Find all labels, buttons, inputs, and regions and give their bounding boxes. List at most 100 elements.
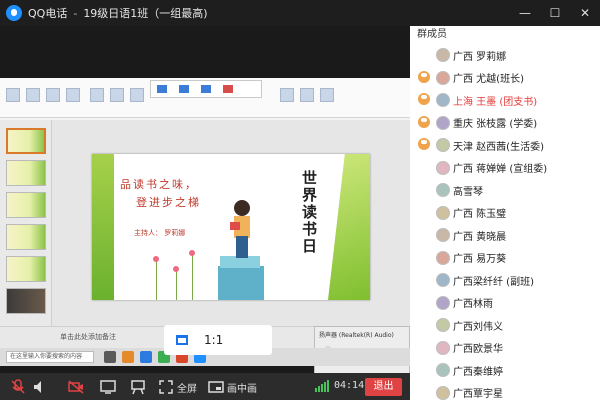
maximize-button[interactable]: ☐ — [540, 6, 570, 20]
exit-button[interactable]: 退出 — [365, 378, 402, 396]
flower — [153, 256, 159, 262]
call-timer: 04:14 — [334, 380, 365, 391]
avatar — [436, 340, 450, 355]
flower — [173, 266, 179, 272]
new-slide-icon — [46, 88, 60, 102]
avatar — [436, 115, 450, 130]
mic-muted-icon[interactable] — [10, 379, 26, 395]
pause-icon — [179, 85, 189, 93]
call-controls: 全屏 画中画 04:14 退出 — [0, 373, 410, 400]
slide-thumbnail — [6, 192, 46, 218]
flower-stem — [192, 254, 193, 300]
slide-green-corner — [328, 154, 370, 300]
group-name: 19级日语1班（一组最高) — [83, 7, 208, 20]
phone-role-icon — [416, 115, 432, 131]
speaker-icon[interactable] — [32, 379, 48, 395]
member-name: 高雪琴 — [453, 186, 483, 198]
title-bar: QQ电话 - 19级日语1班（一组最高) — ☐ ✕ — [0, 0, 600, 26]
member-row[interactable]: 上海 王墨 (团支书) — [410, 89, 600, 111]
avatar — [436, 318, 450, 332]
member-row[interactable]: 广西秦维婷 — [410, 359, 600, 381]
member-row[interactable]: 广西 蒋婵婵 (宣组委) — [410, 157, 600, 179]
member-name: 广西 罗莉娜 — [453, 51, 507, 63]
qq-call-window: QQ电话 - 19级日语1班（一组最高) — ☐ ✕ 品读书之味， 登进步之梯 … — [0, 0, 600, 400]
slide-thumbnail — [6, 256, 46, 282]
role-placeholder — [416, 362, 432, 378]
member-name: 广西欧景华 — [453, 344, 503, 355]
slide-vertical-title: 世界读书日 — [302, 169, 318, 255]
avatar — [436, 205, 450, 220]
member-row[interactable]: 广西刘伟义 — [410, 314, 600, 336]
ratio-button[interactable]: 1:1 — [164, 325, 272, 355]
member-row[interactable]: 广西 陈玉璧 — [410, 202, 600, 224]
member-row[interactable]: 天津 赵西茜(生活委) — [410, 134, 600, 156]
role-placeholder — [416, 47, 432, 63]
avatar — [436, 228, 450, 242]
whiteboard-icon[interactable] — [130, 379, 146, 395]
member-row[interactable]: 广西 黄晓晨 — [410, 224, 600, 246]
member-row[interactable]: 广西欧景华 — [410, 337, 600, 359]
member-row[interactable]: 广西林雨 — [410, 292, 600, 314]
phone-role-icon — [416, 137, 432, 153]
explorer-icon — [122, 351, 134, 363]
member-name: 广西 易万葵 — [453, 254, 507, 265]
member-name: 广西林雨 — [453, 299, 493, 310]
picture-in-picture-icon[interactable] — [208, 379, 224, 395]
current-slide: 品读书之味， 登进步之梯 主持人： 罗莉娜 世界读书日 — [92, 154, 370, 300]
member-row[interactable]: 广西梁纤纤 (副班) — [410, 269, 600, 291]
slide-host: 主持人： 罗莉娜 — [134, 229, 186, 237]
member-name: 广西 尤越(班长) — [453, 74, 524, 85]
notes-placeholder: 单击此处添加备注 — [60, 333, 116, 341]
shape-icon — [280, 88, 294, 102]
minimize-button[interactable]: — — [510, 6, 540, 20]
role-placeholder — [416, 182, 432, 198]
avatar — [436, 93, 450, 107]
role-placeholder — [416, 250, 432, 266]
find-icon — [320, 88, 334, 102]
window-controls: — ☐ ✕ — [510, 6, 600, 20]
member-row[interactable]: 广西 尤越(班长) — [410, 67, 600, 89]
role-placeholder — [416, 227, 432, 243]
member-row[interactable]: 广西 罗莉娜 — [410, 44, 600, 66]
avatar — [436, 48, 450, 62]
task-view-icon — [104, 351, 116, 363]
app-name: QQ电话 — [28, 7, 68, 20]
role-placeholder — [416, 272, 432, 288]
avatar — [436, 385, 450, 400]
member-name: 天津 赵西茜(生活委) — [453, 141, 544, 153]
role-placeholder — [416, 205, 432, 221]
member-row[interactable]: 重庆 张枝露 (学委) — [410, 112, 600, 134]
avatar — [436, 160, 450, 175]
aspect-ratio-icon — [176, 335, 188, 345]
camera-off-icon[interactable] — [68, 379, 84, 395]
presentation-screen: 品读书之味， 登进步之梯 主持人： 罗莉娜 世界读书日 单击此处添加备注 扬声器… — [0, 78, 410, 373]
screen-share-toolbar — [150, 80, 262, 98]
slide-green-band — [92, 154, 114, 300]
members-header: 群成员 — [417, 29, 447, 40]
align-icon — [130, 88, 144, 102]
fullscreen-icon[interactable] — [158, 379, 174, 395]
screen-share-icon[interactable] — [100, 379, 116, 395]
member-row[interactable]: 广西 易万葵 — [410, 247, 600, 269]
shared-screen-video[interactable]: 品读书之味， 登进步之梯 主持人： 罗莉娜 世界读书日 单击此处添加备注 扬声器… — [0, 26, 410, 373]
edge-icon — [140, 351, 152, 363]
member-name: 广西刘伟义 — [453, 321, 503, 333]
layout-icon — [66, 88, 80, 102]
member-name: 广西 陈玉璧 — [453, 209, 507, 220]
member-name: 广西 蒋婵婵 (宣组委) — [453, 164, 548, 175]
slide-editor: 品读书之味， 登进步之梯 主持人： 罗莉娜 世界读书日 — [52, 120, 410, 326]
role-placeholder — [416, 160, 432, 176]
avatar — [436, 70, 450, 85]
pip-label[interactable]: 画中画 — [227, 380, 257, 395]
ppt-ribbon — [0, 78, 410, 118]
slide-thumbnail — [6, 128, 46, 154]
fullscreen-label[interactable]: 全屏 — [177, 380, 197, 395]
member-name: 上海 王墨 (团支书) — [453, 96, 538, 108]
member-row[interactable]: 高雪琴 — [410, 179, 600, 201]
avatar — [436, 295, 450, 310]
close-button[interactable]: ✕ — [570, 6, 600, 20]
member-row[interactable]: 广西覃宇星 — [410, 382, 600, 400]
avatar — [436, 183, 450, 197]
flower — [189, 250, 195, 256]
taskbar-search: 在这里输入你要搜索的内容 — [6, 351, 94, 363]
